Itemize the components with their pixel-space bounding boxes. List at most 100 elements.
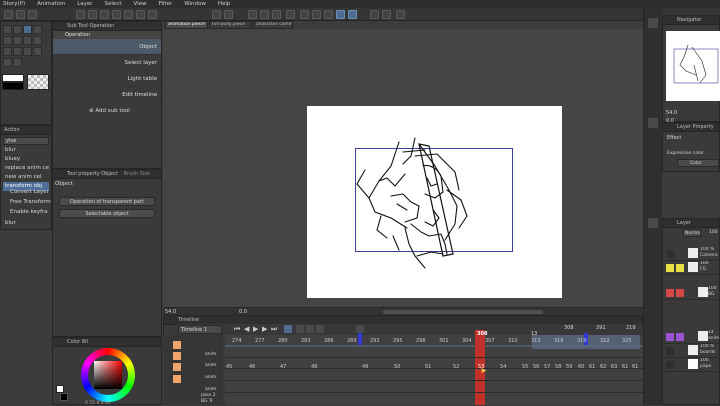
onion-skin-icon[interactable] [316,325,324,333]
menu-story[interactable]: Story(P) [3,1,25,7]
sub-color-swatch[interactable] [2,82,24,90]
brush-tool-icon[interactable] [3,47,12,56]
hand-tool-icon[interactable] [13,25,22,34]
menu-select[interactable]: Select [105,1,122,7]
navigator-preview[interactable] [666,31,720,101]
visibility-icon[interactable] [666,347,674,355]
menu-layer[interactable]: Layer [77,1,92,7]
reference-icon[interactable] [382,10,391,19]
tab-full-body-piece[interactable]: full body piece [209,21,252,29]
new-file-icon[interactable] [4,10,13,19]
eyedropper-tool-icon[interactable] [13,36,22,45]
menu-animation[interactable]: Animation [37,1,65,7]
layer-row-bg[interactable]: 100 BG [662,286,720,300]
select-all-icon[interactable] [248,10,257,19]
action-item[interactable]: blur [3,146,49,155]
free-transform-option[interactable]: Free Transform [10,199,51,205]
horizontal-scrollbar[interactable] [383,310,543,314]
cut-icon[interactable] [124,10,133,19]
fill-icon[interactable] [112,10,121,19]
paste-icon[interactable] [88,10,97,19]
eye-toggle-icon[interactable] [173,341,181,349]
transparent-operation-dropdown[interactable]: Operation of transparent part [59,197,155,206]
snap-grid-icon[interactable] [370,10,379,19]
layer-color-tag[interactable] [666,333,674,341]
play-icon[interactable]: ▶ [253,325,258,333]
invert-selection-icon[interactable] [272,10,281,19]
layer-color-tag[interactable] [676,264,684,272]
sub-tool-edit-timeline[interactable]: Edit timeline [53,87,161,103]
move-layer-tool-icon[interactable] [33,25,42,34]
fill-tool-icon[interactable] [3,58,12,67]
menu-window[interactable]: Window [184,1,206,7]
layer-color-tag[interactable] [666,264,674,272]
main-color-chip[interactable] [56,385,64,393]
prev-frame-icon[interactable]: ◀ [244,325,249,333]
layer-color-tag[interactable] [676,333,684,341]
zoom-tool-icon[interactable] [3,25,12,34]
snap-ruler-icon[interactable] [336,10,345,19]
convert-layer-option[interactable]: Convert Layer [10,189,49,195]
settings-icon[interactable] [396,10,405,19]
add-sub-tool-button[interactable]: ⊕ Add sub tool [89,108,130,114]
blend-mode-dropdown[interactable]: Norma [683,229,701,237]
navigator-zoom[interactable]: 54.0 [666,110,677,116]
grid-icon[interactable] [324,10,333,19]
deselect-icon[interactable] [260,10,269,19]
snap-special-icon[interactable] [348,10,357,19]
specify-cel-icon[interactable] [306,325,314,333]
save-icon[interactable] [28,10,37,19]
opacity-value[interactable]: 100 [709,230,718,235]
eraser-tool-icon[interactable] [23,47,32,56]
clear-icon[interactable] [100,10,109,19]
visibility-icon[interactable] [666,361,674,369]
layer-row-paper[interactable]: 100 pape [662,358,720,372]
canvas-paper[interactable] [307,106,562,298]
selectable-object-dropdown[interactable]: Selectable object [59,209,155,218]
redo-icon[interactable] [224,10,233,19]
expression-color-dropdown[interactable]: Color [677,159,719,167]
undo-icon[interactable] [212,10,221,19]
dock-layer-property-icon[interactable] [648,118,658,128]
gradient-tool-icon[interactable] [13,58,22,67]
pen-tool-icon[interactable] [23,36,32,45]
operation-tool-icon[interactable] [23,25,32,34]
layer-color-tag[interactable] [676,289,684,297]
hue-ring[interactable] [81,348,135,402]
timeline-dropdown[interactable]: Timeline 1 [178,325,222,334]
sub-tool-select-layer[interactable]: Select layer [53,55,161,71]
eye-toggle-icon[interactable] [173,352,181,360]
sub-color-chip[interactable] [60,393,68,401]
enable-keyframe-option[interactable]: Enable keyfra [10,209,48,215]
menu-filter[interactable]: Filter [159,1,173,7]
new-cel-icon[interactable] [296,325,304,333]
tab-animation-piece[interactable]: animation piece! [165,21,208,29]
next-frame-icon[interactable]: ▶ [262,325,267,333]
crop-icon[interactable] [136,10,145,19]
layer-row-boards[interactable]: 100 % boards [662,344,720,358]
first-frame-icon[interactable]: ⏮ [234,325,240,334]
dock-layer-icon[interactable] [648,218,658,228]
dock-navigator-icon[interactable] [648,18,658,28]
layer-row-anim[interactable]: 14 anim [662,330,720,344]
menu-view[interactable]: View [134,1,147,7]
action-item[interactable]: new anim cel [3,173,49,182]
airbrush-tool-icon[interactable] [13,47,22,56]
sub-tool-light-table[interactable]: Light table [53,71,161,87]
eye-toggle-icon[interactable] [173,363,181,371]
copy-icon[interactable] [76,10,85,19]
menu-help[interactable]: Help [218,1,231,7]
action-item[interactable]: bluey [3,155,49,164]
selection-launcher-icon[interactable] [286,10,295,19]
start-marker[interactable] [358,333,362,345]
loop-icon[interactable] [284,325,292,333]
transparent-color-swatch[interactable] [27,74,49,90]
action-item[interactable]: replace anim cel [3,164,49,173]
blend-tool-icon[interactable] [33,47,42,56]
action-set-dropdown[interactable]: yive [3,137,49,145]
last-frame-icon[interactable]: ⏭ [271,325,277,334]
eye-toggle-icon[interactable] [173,375,181,383]
snap-icon[interactable] [300,10,309,19]
visibility-icon[interactable] [666,250,674,258]
layer-row-camera[interactable]: 100 % Camera [662,247,720,261]
